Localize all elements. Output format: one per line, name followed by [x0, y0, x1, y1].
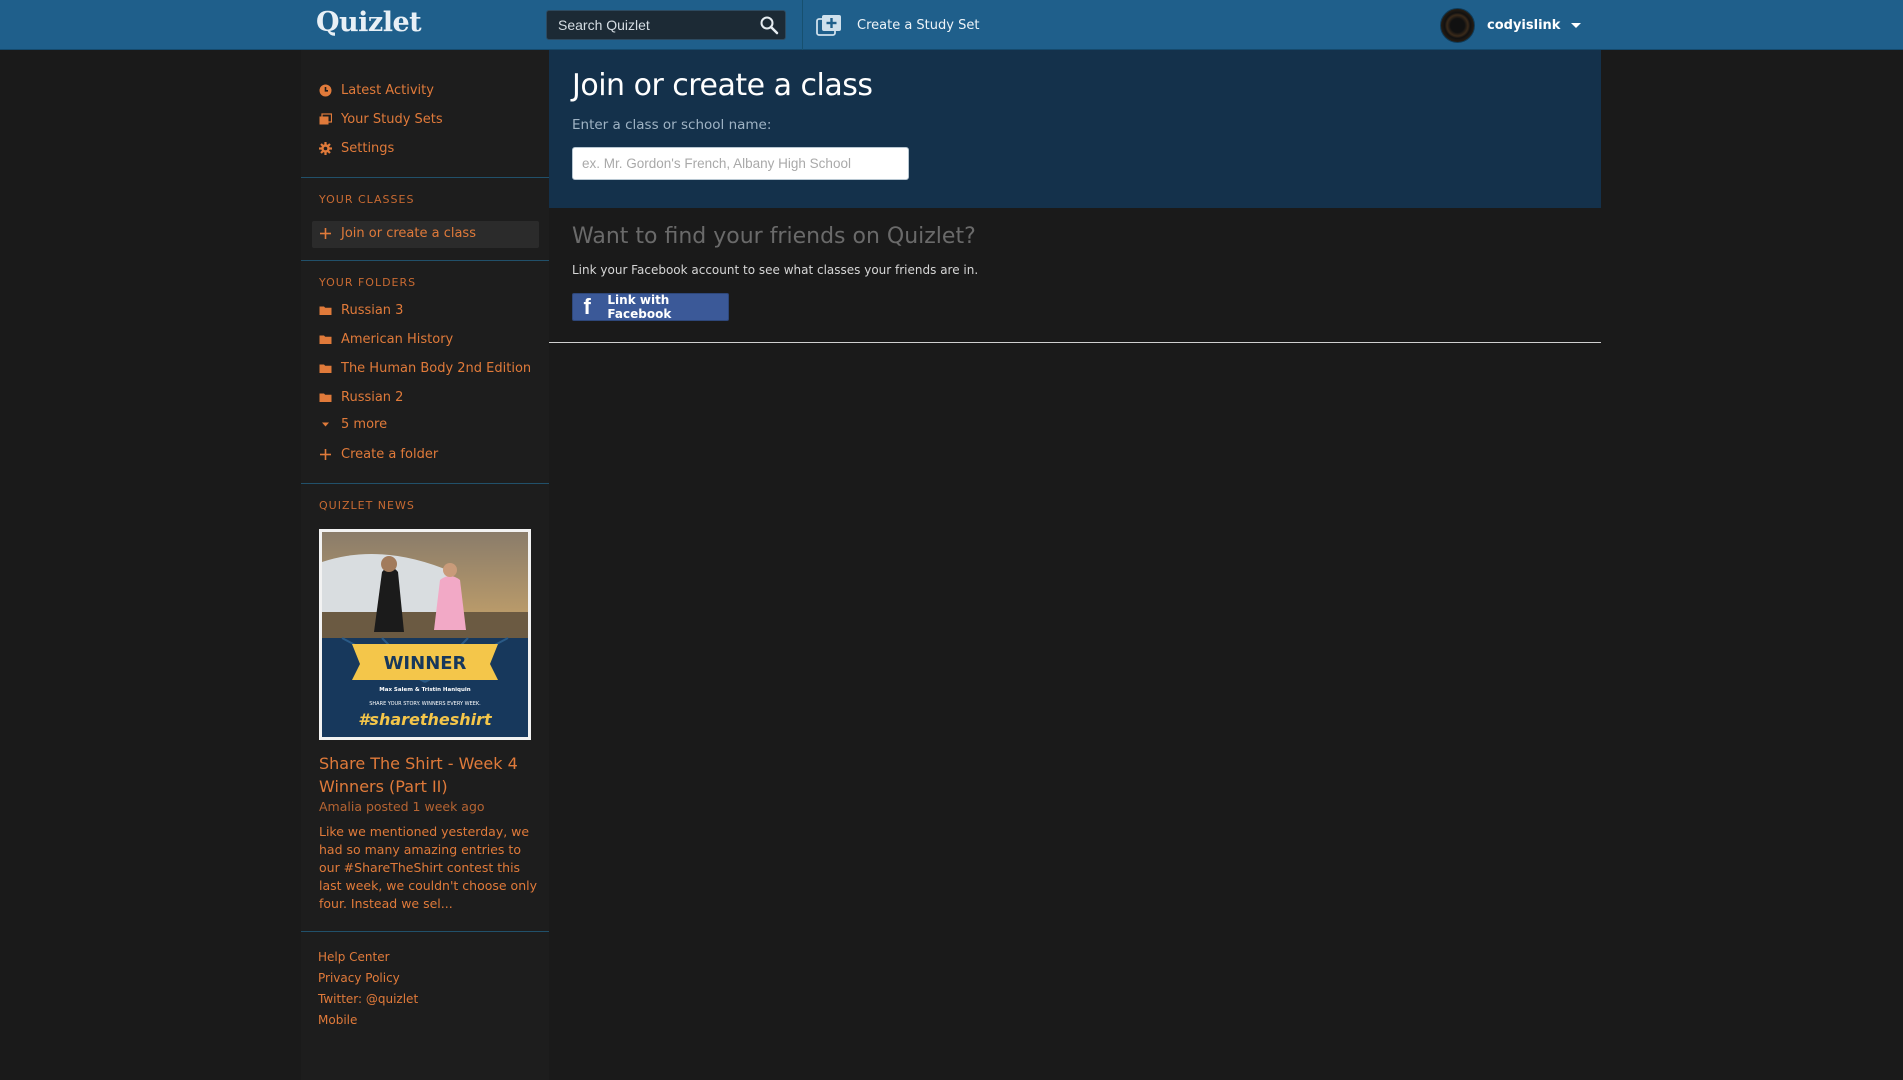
- join-class-panel: Join or create a class Enter a class or …: [549, 50, 1601, 208]
- top-navigation-bar: Quizlet Create a Study Set codyislink: [0, 0, 1903, 50]
- news-image-banner: WINNER: [384, 653, 467, 674]
- folder-icon: [319, 364, 332, 373]
- page-title: Join or create a class: [572, 68, 873, 103]
- find-friends-heading: Want to find your friends on Quizlet?: [572, 224, 976, 249]
- news-headline[interactable]: Share The Shirt - Week 4 Winners (Part I…: [319, 752, 534, 798]
- chevron-down-icon: [322, 422, 329, 427]
- folder-label: Russian 2: [341, 390, 404, 405]
- mobile-link[interactable]: Mobile: [318, 1013, 357, 1027]
- quizlet-news-heading: QUIZLET NEWS: [319, 499, 415, 512]
- folder-icon: [319, 335, 332, 344]
- class-name-label: Enter a class or school name:: [572, 117, 772, 133]
- chevron-down-icon[interactable]: [1571, 23, 1582, 28]
- folder-item[interactable]: American History: [319, 332, 453, 347]
- folder-icon: [319, 393, 332, 402]
- sets-icon: [319, 113, 332, 125]
- main-divider: [549, 342, 1601, 343]
- find-friends-description: Link your Facebook account to see what c…: [572, 263, 979, 277]
- gear-icon: [319, 142, 332, 155]
- plus-icon: [320, 228, 331, 239]
- search-icon[interactable]: [759, 15, 779, 35]
- create-study-set-label: Create a Study Set: [857, 17, 980, 33]
- sidebar-item-settings[interactable]: Settings: [319, 141, 394, 156]
- link-facebook-label: Link with Facebook: [607, 293, 672, 321]
- sidebar-item-label: Latest Activity: [341, 83, 434, 98]
- news-image-hashtag: #sharetheshirt: [358, 710, 493, 729]
- folder-item[interactable]: Russian 2: [319, 390, 403, 405]
- sidebar-divider: [301, 177, 549, 178]
- facebook-icon: f: [583, 294, 591, 319]
- twitter-link[interactable]: Twitter: @quizlet: [318, 992, 418, 1006]
- create-folder-label: Create a folder: [341, 447, 439, 462]
- sidebar-item-latest-activity[interactable]: Latest Activity: [319, 83, 434, 98]
- avatar[interactable]: [1440, 8, 1475, 43]
- news-meta: Amalia posted 1 week ago: [319, 799, 485, 814]
- join-class-link[interactable]: Join or create a class: [319, 226, 476, 241]
- news-image[interactable]: WINNER Max Salem & Tristin Haniquin SHAR…: [319, 529, 531, 740]
- folder-label: American History: [341, 332, 454, 347]
- privacy-policy-link[interactable]: Privacy Policy: [318, 971, 400, 985]
- folder-icon: [319, 306, 332, 315]
- folder-label: Russian 3: [341, 303, 404, 318]
- join-class-label: Join or create a class: [341, 226, 476, 241]
- sidebar-item-label: Your Study Sets: [341, 112, 443, 127]
- your-folders-heading: YOUR FOLDERS: [319, 276, 417, 289]
- sidebar-divider: [301, 260, 549, 261]
- link-facebook-button[interactable]: f Link with Facebook: [572, 293, 729, 321]
- create-study-set-button[interactable]: Create a Study Set: [816, 12, 979, 38]
- sidebar-divider: [301, 931, 549, 932]
- news-photo: WINNER Max Salem & Tristin Haniquin SHAR…: [322, 532, 528, 737]
- folder-item[interactable]: Russian 3: [319, 303, 403, 318]
- add-set-icon: [816, 15, 841, 36]
- search-box[interactable]: [546, 10, 786, 40]
- news-image-names: Max Salem & Tristin Haniquin: [379, 687, 471, 693]
- sidebar: Latest Activity Your Study Sets Settings…: [301, 50, 549, 1080]
- header-divider: [802, 0, 803, 50]
- your-classes-heading: YOUR CLASSES: [319, 193, 415, 206]
- folder-label: The Human Body 2nd Edition: [341, 361, 532, 376]
- news-excerpt: Like we mentioned yesterday, we had so m…: [319, 824, 537, 911]
- news-image-tagline: SHARE YOUR STORY. WINNERS EVERY WEEK.: [369, 701, 481, 707]
- clock-icon: [319, 84, 332, 97]
- username: codyislink: [1487, 18, 1561, 33]
- folder-item[interactable]: The Human Body 2nd Edition: [319, 361, 531, 376]
- class-name-input[interactable]: [572, 147, 909, 180]
- sidebar-item-label: Settings: [341, 141, 395, 156]
- plus-icon: [320, 449, 331, 460]
- create-folder-link[interactable]: Create a folder: [319, 447, 438, 462]
- search-input[interactable]: [547, 11, 752, 39]
- sidebar-item-study-sets[interactable]: Your Study Sets: [319, 112, 443, 127]
- quizlet-logo[interactable]: Quizlet: [316, 7, 422, 38]
- user-menu[interactable]: codyislink: [1440, 8, 1582, 43]
- show-more-folders[interactable]: 5 more: [319, 417, 387, 432]
- help-center-link[interactable]: Help Center: [318, 950, 390, 964]
- more-label: 5 more: [341, 417, 388, 432]
- sidebar-divider: [301, 483, 549, 484]
